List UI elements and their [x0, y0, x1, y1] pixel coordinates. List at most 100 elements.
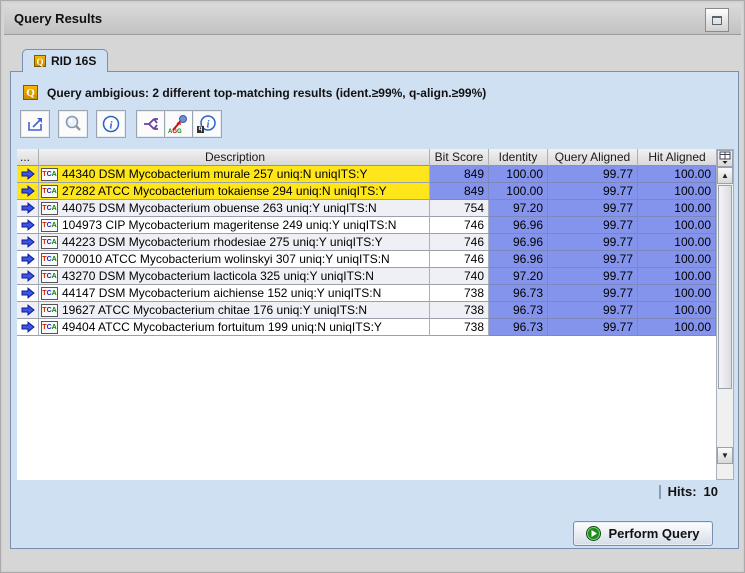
info-button[interactable]: i — [96, 110, 126, 138]
bit-score-cell[interactable]: 849 — [430, 166, 489, 183]
bit-score-cell[interactable]: 746 — [430, 217, 489, 234]
results-panel: Q Query ambigious: 2 different top-match… — [10, 71, 739, 549]
column-header-description[interactable]: Description — [39, 149, 430, 166]
table-row[interactable]: TCA27282 ATCC Mycobacterium tokaiense 29… — [17, 183, 716, 200]
query-aligned-cell[interactable]: 99.77 — [548, 319, 638, 336]
row-marker-cell[interactable] — [17, 234, 39, 251]
table-row[interactable]: TCA44223 DSM Mycobacterium rhodesiae 275… — [17, 234, 716, 251]
column-header-query-aligned[interactable]: Query Aligned — [548, 149, 638, 166]
identity-cell[interactable]: 96.73 — [489, 285, 548, 302]
query-info-button[interactable]: i q — [192, 110, 222, 138]
table-row[interactable]: TCA19627 ATCC Mycobacterium chitae 176 u… — [17, 302, 716, 319]
tree-button[interactable] — [136, 110, 166, 138]
query-aligned-cell[interactable]: 99.77 — [548, 285, 638, 302]
bit-score-cell[interactable]: 746 — [430, 234, 489, 251]
bit-score-cell[interactable]: 746 — [430, 251, 489, 268]
identity-cell[interactable]: 100.00 — [489, 166, 548, 183]
scroll-up-button[interactable]: ▲ — [717, 167, 733, 184]
bit-score-cell[interactable]: 738 — [430, 319, 489, 336]
table-row[interactable]: TCA104973 CIP Mycobacterium mageritense … — [17, 217, 716, 234]
query-badge-icon: Q — [34, 55, 46, 67]
scroll-down-button[interactable]: ▼ — [717, 447, 733, 464]
bit-score-cell[interactable]: 740 — [430, 268, 489, 285]
tab-rid-16s[interactable]: Q RID 16S — [22, 49, 108, 72]
query-aligned-cell[interactable]: 99.77 — [548, 200, 638, 217]
export-button[interactable] — [20, 110, 50, 138]
column-selector-button[interactable] — [717, 150, 733, 167]
row-marker-cell[interactable] — [17, 302, 39, 319]
table-row[interactable]: TCA 43270 DSM Mycobacterium lacticola 325… — [17, 268, 716, 285]
description-cell[interactable]: TCA44340 DSM Mycobacterium murale 257 un… — [39, 166, 430, 183]
row-marker-cell[interactable] — [17, 166, 39, 183]
row-marker-cell[interactable] — [17, 183, 39, 200]
table-row[interactable]: TCA700010 ATCC Mycobacterium wolinskyi 3… — [17, 251, 716, 268]
bit-score-cell[interactable]: 754 — [430, 200, 489, 217]
identity-cell[interactable]: 97.20 — [489, 200, 548, 217]
row-marker-cell[interactable] — [17, 217, 39, 234]
description-cell[interactable]: TCA 43270 DSM Mycobacterium lacticola 325… — [39, 268, 430, 285]
identity-cell[interactable]: 96.96 — [489, 217, 548, 234]
query-results-window: Query Results Q RID 16S Q Query ambigiou… — [0, 0, 745, 573]
bit-score-cell[interactable]: 849 — [430, 183, 489, 200]
identity-cell[interactable]: 97.20 — [489, 268, 548, 285]
description-cell[interactable]: TCA44147 DSM Mycobacterium aichiense 152… — [39, 285, 430, 302]
hit-aligned-cell[interactable]: 100.00 — [638, 251, 716, 268]
perform-query-button[interactable]: Perform Query — [573, 521, 713, 546]
hit-aligned-cell[interactable]: 100.00 — [638, 234, 716, 251]
column-header-marker[interactable]: ... — [17, 149, 39, 166]
query-aligned-cell[interactable]: 99.77 — [548, 268, 638, 285]
hit-aligned-cell[interactable]: 100.00 — [638, 268, 716, 285]
zoom-button[interactable] — [58, 110, 88, 138]
hit-aligned-cell[interactable]: 100.00 — [638, 166, 716, 183]
description-cell[interactable]: TCA700010 ATCC Mycobacterium wolinskyi 3… — [39, 251, 430, 268]
identity-cell[interactable]: 96.73 — [489, 302, 548, 319]
description-cell[interactable]: TCA27282 ATCC Mycobacterium tokaiense 29… — [39, 183, 430, 200]
description-cell[interactable]: TCA44075 DSM Mycobacterium obuense 263 u… — [39, 200, 430, 217]
table-row[interactable]: TCA44340 DSM Mycobacterium murale 257 un… — [17, 166, 716, 183]
vertical-scrollbar[interactable]: ▲ ▼ — [716, 149, 734, 480]
table-header: ... Description Bit Score Identity Query… — [17, 149, 716, 166]
hit-aligned-cell[interactable]: 100.00 — [638, 319, 716, 336]
maximize-button[interactable] — [705, 8, 729, 32]
table-row[interactable]: TCA44147 DSM Mycobacterium aichiense 152… — [17, 285, 716, 302]
hit-aligned-cell[interactable]: 100.00 — [638, 200, 716, 217]
query-aligned-cell[interactable]: 99.77 — [548, 166, 638, 183]
table-row[interactable]: TCA49404 ATCC Mycobacterium fortuitum 19… — [17, 319, 716, 336]
description-cell[interactable]: TCA104973 CIP Mycobacterium mageritense … — [39, 217, 430, 234]
column-header-identity[interactable]: Identity — [489, 149, 548, 166]
identity-cell[interactable]: 100.00 — [489, 183, 548, 200]
bit-score-cell[interactable]: 738 — [430, 285, 489, 302]
row-marker-cell[interactable] — [17, 251, 39, 268]
identity-cell[interactable]: 96.96 — [489, 251, 548, 268]
hit-aligned-cell[interactable]: 100.00 — [638, 183, 716, 200]
description-cell[interactable]: TCA49404 ATCC Mycobacterium fortuitum 19… — [39, 319, 430, 336]
hit-aligned-cell[interactable]: 100.00 — [638, 285, 716, 302]
sequence-button[interactable]: AGG — [164, 110, 194, 138]
table-row[interactable]: TCA44075 DSM Mycobacterium obuense 263 u… — [17, 200, 716, 217]
row-marker-cell[interactable] — [17, 268, 39, 285]
description-text: 43270 DSM Mycobacterium lacticola 325 un… — [62, 268, 374, 284]
title-bar[interactable]: Query Results — [4, 4, 741, 35]
tca-badge-icon: TCA — [41, 202, 58, 215]
query-aligned-cell[interactable]: 99.77 — [548, 183, 638, 200]
tca-badge-icon: TCA — [41, 270, 58, 283]
bit-score-cell[interactable]: 738 — [430, 302, 489, 319]
description-cell[interactable]: TCA19627 ATCC Mycobacterium chitae 176 u… — [39, 302, 430, 319]
column-header-hit-aligned[interactable]: Hit Aligned — [638, 149, 716, 166]
column-header-bit-score[interactable]: Bit Score — [430, 149, 489, 166]
row-marker-cell[interactable] — [17, 200, 39, 217]
query-aligned-cell[interactable]: 99.77 — [548, 251, 638, 268]
hit-aligned-cell[interactable]: 100.00 — [638, 217, 716, 234]
query-aligned-cell[interactable]: 99.77 — [548, 217, 638, 234]
row-marker-cell[interactable] — [17, 285, 39, 302]
hit-aligned-cell[interactable]: 100.00 — [638, 302, 716, 319]
description-cell[interactable]: TCA44223 DSM Mycobacterium rhodesiae 275… — [39, 234, 430, 251]
row-marker-cell[interactable] — [17, 319, 39, 336]
identity-cell[interactable]: 96.73 — [489, 319, 548, 336]
identity-cell[interactable]: 96.96 — [489, 234, 548, 251]
scrollbar-thumb[interactable] — [718, 185, 732, 389]
query-aligned-cell[interactable]: 99.77 — [548, 234, 638, 251]
query-aligned-cell[interactable]: 99.77 — [548, 302, 638, 319]
query-mini-badge: q — [197, 126, 204, 133]
tca-badge-icon: TCA — [41, 321, 58, 334]
